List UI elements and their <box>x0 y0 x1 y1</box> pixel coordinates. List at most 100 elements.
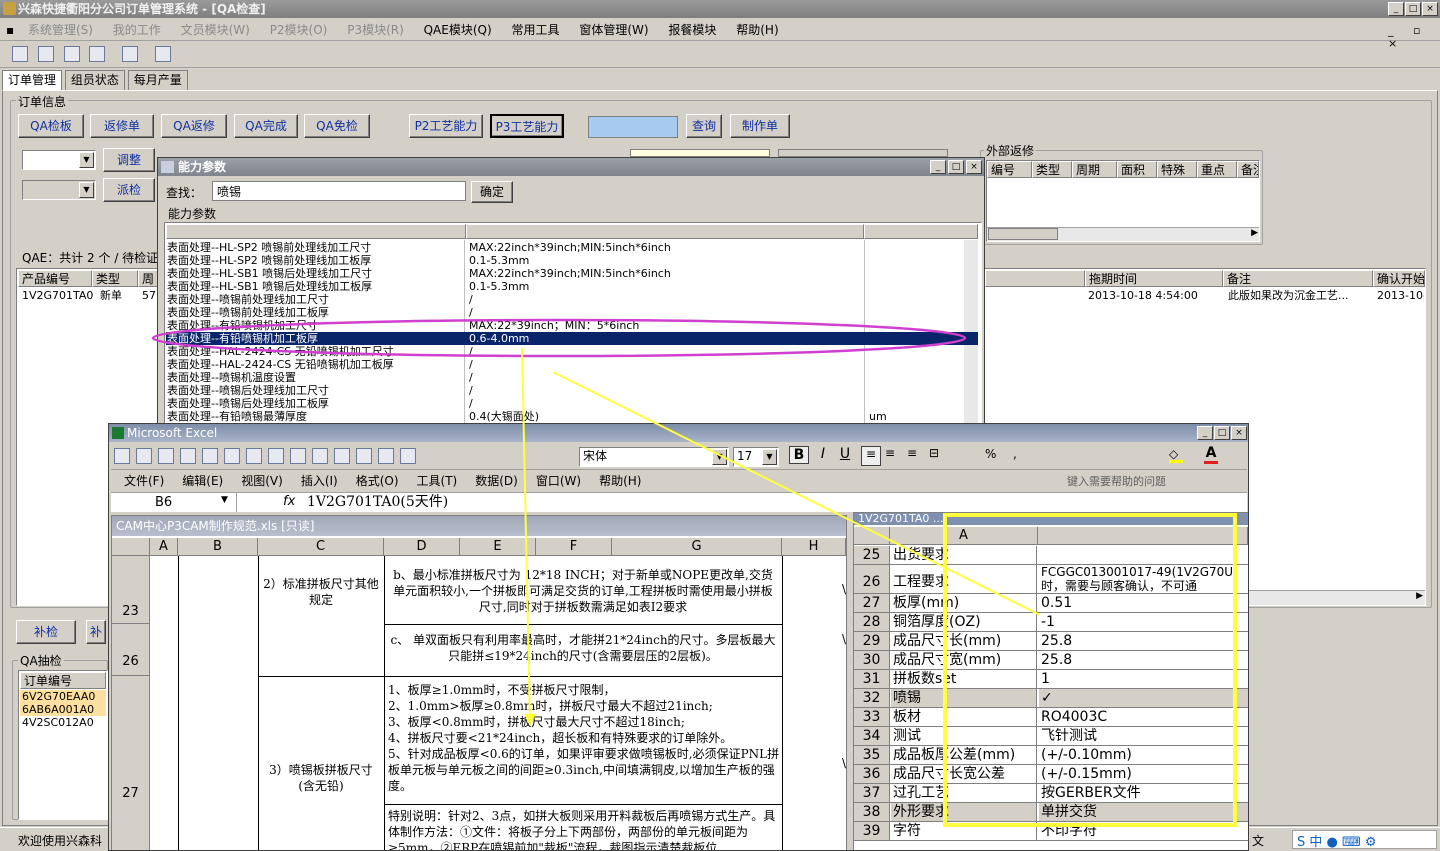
cell-d27b[interactable]: 特别说明：针对2、3点，如拼大板则采用开料裁板后再喷锡方式生产。具体制作方法：①… <box>388 808 780 850</box>
col-delay-time[interactable]: 拖期时间 <box>1085 270 1223 287</box>
col-header-a[interactable]: A <box>890 527 1038 545</box>
cap-col-name[interactable] <box>166 224 466 239</box>
merge-center-button[interactable]: ⊟ <box>929 446 939 460</box>
col-header-d[interactable]: D <box>384 538 460 556</box>
capability-row[interactable]: 表面处理--HL-SB1 喷锡后处理线加工尺寸 MAX:22inch*39inch… <box>166 267 978 280</box>
new-icon[interactable] <box>114 448 130 464</box>
col-header-g[interactable]: G <box>612 538 782 556</box>
highlight-field[interactable] <box>588 116 678 138</box>
ext-col-special[interactable]: 特殊 <box>1157 161 1197 178</box>
comma-button[interactable]: , <box>1013 447 1017 461</box>
query-button[interactable]: 查询 <box>686 114 722 138</box>
italic-button[interactable]: I <box>813 446 833 462</box>
cell-d27[interactable]: 1、板厚≥1.0mm时，不受拼板尺寸限制， 2、1.0mm>板厚≥0.8mm时，… <box>388 682 780 794</box>
capability-row[interactable]: 表面处理--喷锡前处理线加工尺寸 / <box>166 293 978 306</box>
filter-combo-2[interactable]: ▼ <box>22 180 96 200</box>
font-size-combo[interactable]: 17 ▼ <box>733 447 779 467</box>
cell-d26[interactable]: c、 单双面板只有利用率最高时，才能拼21*24inch的尺寸。多层板最大只能拼… <box>388 632 778 664</box>
formula-content[interactable]: 1V2G701TA0(5天件) <box>307 493 448 512</box>
sheet-row[interactable]: 30 成品尺寸宽(mm) 25.8 <box>854 651 1248 670</box>
grid-icon[interactable] <box>12 46 28 62</box>
row-product-id[interactable]: 1V2G701TA0 <box>22 289 93 302</box>
row-confirm-start[interactable]: 2013-10- <box>1377 289 1424 302</box>
undo-icon[interactable] <box>356 448 372 464</box>
col-week[interactable]: 周 <box>138 270 158 287</box>
tab-order-management[interactable]: 订单管理 <box>2 70 63 91</box>
capability-row[interactable]: 表面处理--有铅喷锡最薄厚度 0.4(大锡面处) um <box>166 410 978 423</box>
confirm-button[interactable]: 确定 <box>471 181 513 203</box>
excel-maximize-button[interactable]: □ <box>1214 426 1230 440</box>
col-header-a[interactable]: A <box>150 538 178 556</box>
excel-menu-window[interactable]: 窗口(W) <box>527 470 590 492</box>
col-header-e[interactable]: E <box>460 538 536 556</box>
qa-sample-col[interactable]: 订单编号 <box>20 672 106 689</box>
ext-col-id[interactable]: 编号 <box>987 161 1032 178</box>
cap-col-value[interactable] <box>466 224 864 239</box>
hyperlink-icon[interactable] <box>400 448 416 464</box>
menu-clerk[interactable]: 文员模块(W) <box>173 19 258 41</box>
permission-icon[interactable] <box>180 448 196 464</box>
sheet-row[interactable]: 36 成品尺寸长宽公差 (+/-0.15mm) <box>854 765 1248 784</box>
col-header-b[interactable]: B <box>178 538 258 556</box>
capability-row[interactable]: 表面处理--有铅喷锡机加工尺寸 MAX:22*39inch；MIN：5*6inch <box>166 319 978 332</box>
excel-menu-format[interactable]: 格式(O) <box>347 470 408 492</box>
cell-c27[interactable]: 3）喷锡板拼板尺寸(含无铅) <box>262 762 380 794</box>
chart-icon[interactable] <box>63 46 80 62</box>
menu-help[interactable]: 帮助(H) <box>728 19 786 41</box>
tab-monthly-output[interactable]: 每月产量 <box>127 70 188 90</box>
save-icon[interactable] <box>89 46 106 62</box>
row-type[interactable]: 新单 <box>100 289 122 302</box>
capability-row[interactable]: 表面处理--有铅喷锡机加工板厚 0.6-4.0mm <box>166 332 978 345</box>
capability-row[interactable]: 表面处理--HL-SP2 喷锡前处理线加工尺寸 MAX:22inch*39inch… <box>166 241 978 254</box>
align-left-button[interactable]: ≡ <box>861 446 881 466</box>
col-header-f[interactable]: F <box>536 538 612 556</box>
p3-capability-button[interactable]: P3工艺能力 <box>490 114 564 138</box>
excel-menu-help[interactable]: 帮助(H) <box>590 470 650 492</box>
ime-toolbar[interactable]: S 中 ● ⌨ ⚙ <box>1292 830 1437 850</box>
run-icon[interactable] <box>155 46 172 62</box>
menu-mywork[interactable]: 我的工作 <box>105 19 169 41</box>
sheet-row[interactable]: 29 成品尺寸长(mm) 25.8 <box>854 632 1248 651</box>
qa-rework-button[interactable]: QA返修 <box>161 114 227 138</box>
search-input[interactable] <box>212 181 466 201</box>
p2-capability-button[interactable]: P2工艺能力 <box>409 114 483 138</box>
print-icon[interactable] <box>202 448 218 464</box>
name-box[interactable]: B6 <box>111 493 237 512</box>
row-delay-time[interactable]: 2013-10-18 4:54:00 <box>1088 289 1198 302</box>
sheet-row[interactable]: 32 喷锡 ✓ <box>854 689 1248 708</box>
sheet-row[interactable]: 37 过孔工艺 按GERBER文件 <box>854 784 1248 803</box>
capability-row[interactable]: 表面处理--喷锡后处理线加工尺寸 / <box>166 384 978 397</box>
capability-row[interactable]: 表面处理--HL-SP2 喷锡前处理线加工板厚 0.1-5.3mm <box>166 254 978 267</box>
sheet-row[interactable]: 27 板厚(mm) 0.51 <box>854 594 1248 613</box>
capability-row[interactable]: 表面处理--喷锡前处理线加工板厚 / <box>166 306 978 319</box>
menu-meal[interactable]: 报餐模块 <box>660 19 724 41</box>
capability-row[interactable]: 表面处理--HAL-2424-CS 无铅喷锡机加工板厚 / <box>166 358 978 371</box>
sheet-row[interactable]: 38 外形要求 单拼交货 <box>854 803 1248 822</box>
save-icon[interactable] <box>158 448 174 464</box>
qa-sample-row[interactable]: 6V2G70EAA0 <box>20 690 106 703</box>
help-search-input[interactable]: 键入需要帮助的问题 <box>1067 473 1247 489</box>
excel-close-button[interactable]: × <box>1231 426 1247 440</box>
bold-button[interactable]: B <box>789 446 809 464</box>
sheet-row[interactable]: 39 字符 不印字符 <box>854 822 1248 841</box>
dialog-close-button[interactable]: × <box>966 160 982 174</box>
col-delay-spacer[interactable] <box>985 270 1085 287</box>
sheet-row[interactable]: 25 出货要求 <box>854 546 1248 565</box>
qa-done-button[interactable]: QA完成 <box>234 114 298 138</box>
col-product-id[interactable]: 产品编号 <box>18 270 92 287</box>
chevron-down-icon[interactable]: ▼ <box>221 495 228 505</box>
ext-col-key[interactable]: 重点 <box>1197 161 1237 178</box>
dialog-maximize-button[interactable]: □ <box>948 160 964 174</box>
cell-h27[interactable]: \ <box>842 756 846 770</box>
capability-row[interactable]: 表面处理--喷锡后处理线加工板厚 / <box>166 397 978 410</box>
underline-button[interactable]: U <box>835 446 855 462</box>
ext-col-note[interactable]: 备注 <box>1237 161 1259 178</box>
scroll-right-icon[interactable]: ▶ <box>1416 591 1423 601</box>
select-all[interactable] <box>854 527 890 545</box>
copy-icon[interactable] <box>290 448 306 464</box>
scroll-right-icon[interactable]: ▶ <box>1251 228 1258 238</box>
ext-col-area[interactable]: 面积 <box>1117 161 1157 178</box>
fill-color-icon[interactable]: ◇ <box>1169 447 1183 463</box>
align-right-button[interactable]: ≡ <box>907 446 917 460</box>
minimize-button[interactable]: _ <box>1388 2 1404 16</box>
